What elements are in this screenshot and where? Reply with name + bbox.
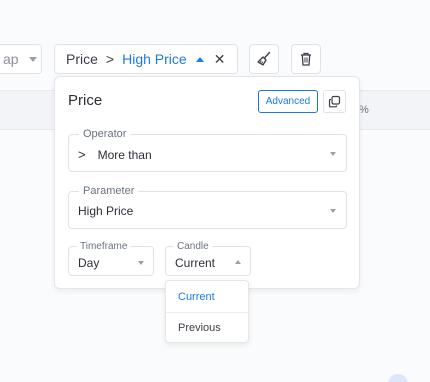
trash-icon bbox=[301, 52, 311, 66]
timeframe-legend: Timeframe bbox=[77, 241, 131, 252]
copy-button[interactable] bbox=[323, 90, 346, 113]
candle-dropdown-menu: Current Previous bbox=[165, 280, 249, 343]
broom-icon bbox=[257, 51, 271, 66]
candle-option-current[interactable]: Current bbox=[166, 281, 248, 312]
candle-value: Current bbox=[175, 256, 216, 270]
delete-filter-button[interactable] bbox=[291, 44, 321, 74]
operator-value: More than bbox=[97, 147, 152, 162]
candle-option-previous[interactable]: Previous bbox=[166, 312, 248, 343]
parameter-legend: Parameter bbox=[79, 185, 139, 197]
parameter-select[interactable]: Parameter High Price bbox=[68, 185, 347, 229]
clear-filters-button[interactable] bbox=[249, 44, 279, 74]
floating-action-button[interactable] bbox=[388, 374, 408, 382]
chevron-down-icon bbox=[28, 56, 37, 62]
price-filter-chip[interactable]: Price > High Price ✕ bbox=[54, 44, 238, 74]
parameter-value: High Price bbox=[78, 204, 134, 218]
chevron-down-icon bbox=[330, 209, 336, 213]
timeframe-select[interactable]: Timeframe Day bbox=[68, 241, 154, 276]
chevron-up-icon bbox=[235, 260, 241, 264]
candle-legend: Candle bbox=[174, 241, 212, 252]
close-icon[interactable]: ✕ bbox=[214, 51, 226, 68]
operator-symbol: > bbox=[78, 147, 86, 162]
panel-title: Price bbox=[68, 92, 103, 109]
operator-legend: Operator bbox=[79, 128, 131, 140]
column-header-percent: % bbox=[359, 104, 369, 116]
chevron-down-icon bbox=[330, 152, 336, 156]
copy-icon bbox=[328, 95, 341, 108]
chevron-up-icon[interactable] bbox=[195, 56, 204, 62]
filter-edit-panel: Price Advanced Operator > More than Para… bbox=[54, 76, 360, 289]
operator-select[interactable]: Operator > More than bbox=[68, 128, 347, 172]
previous-filter-chip-label: ap bbox=[3, 51, 19, 67]
timeframe-value: Day bbox=[78, 256, 100, 270]
advanced-button[interactable]: Advanced bbox=[258, 90, 318, 113]
candle-select[interactable]: Candle Current bbox=[165, 241, 251, 276]
chevron-down-icon bbox=[138, 261, 144, 265]
filter-chip-operator: > bbox=[105, 51, 115, 67]
filter-chip-name: Price bbox=[66, 51, 98, 67]
filter-chip-parameter: High Price bbox=[122, 51, 187, 67]
previous-filter-chip[interactable]: ap bbox=[0, 44, 42, 74]
